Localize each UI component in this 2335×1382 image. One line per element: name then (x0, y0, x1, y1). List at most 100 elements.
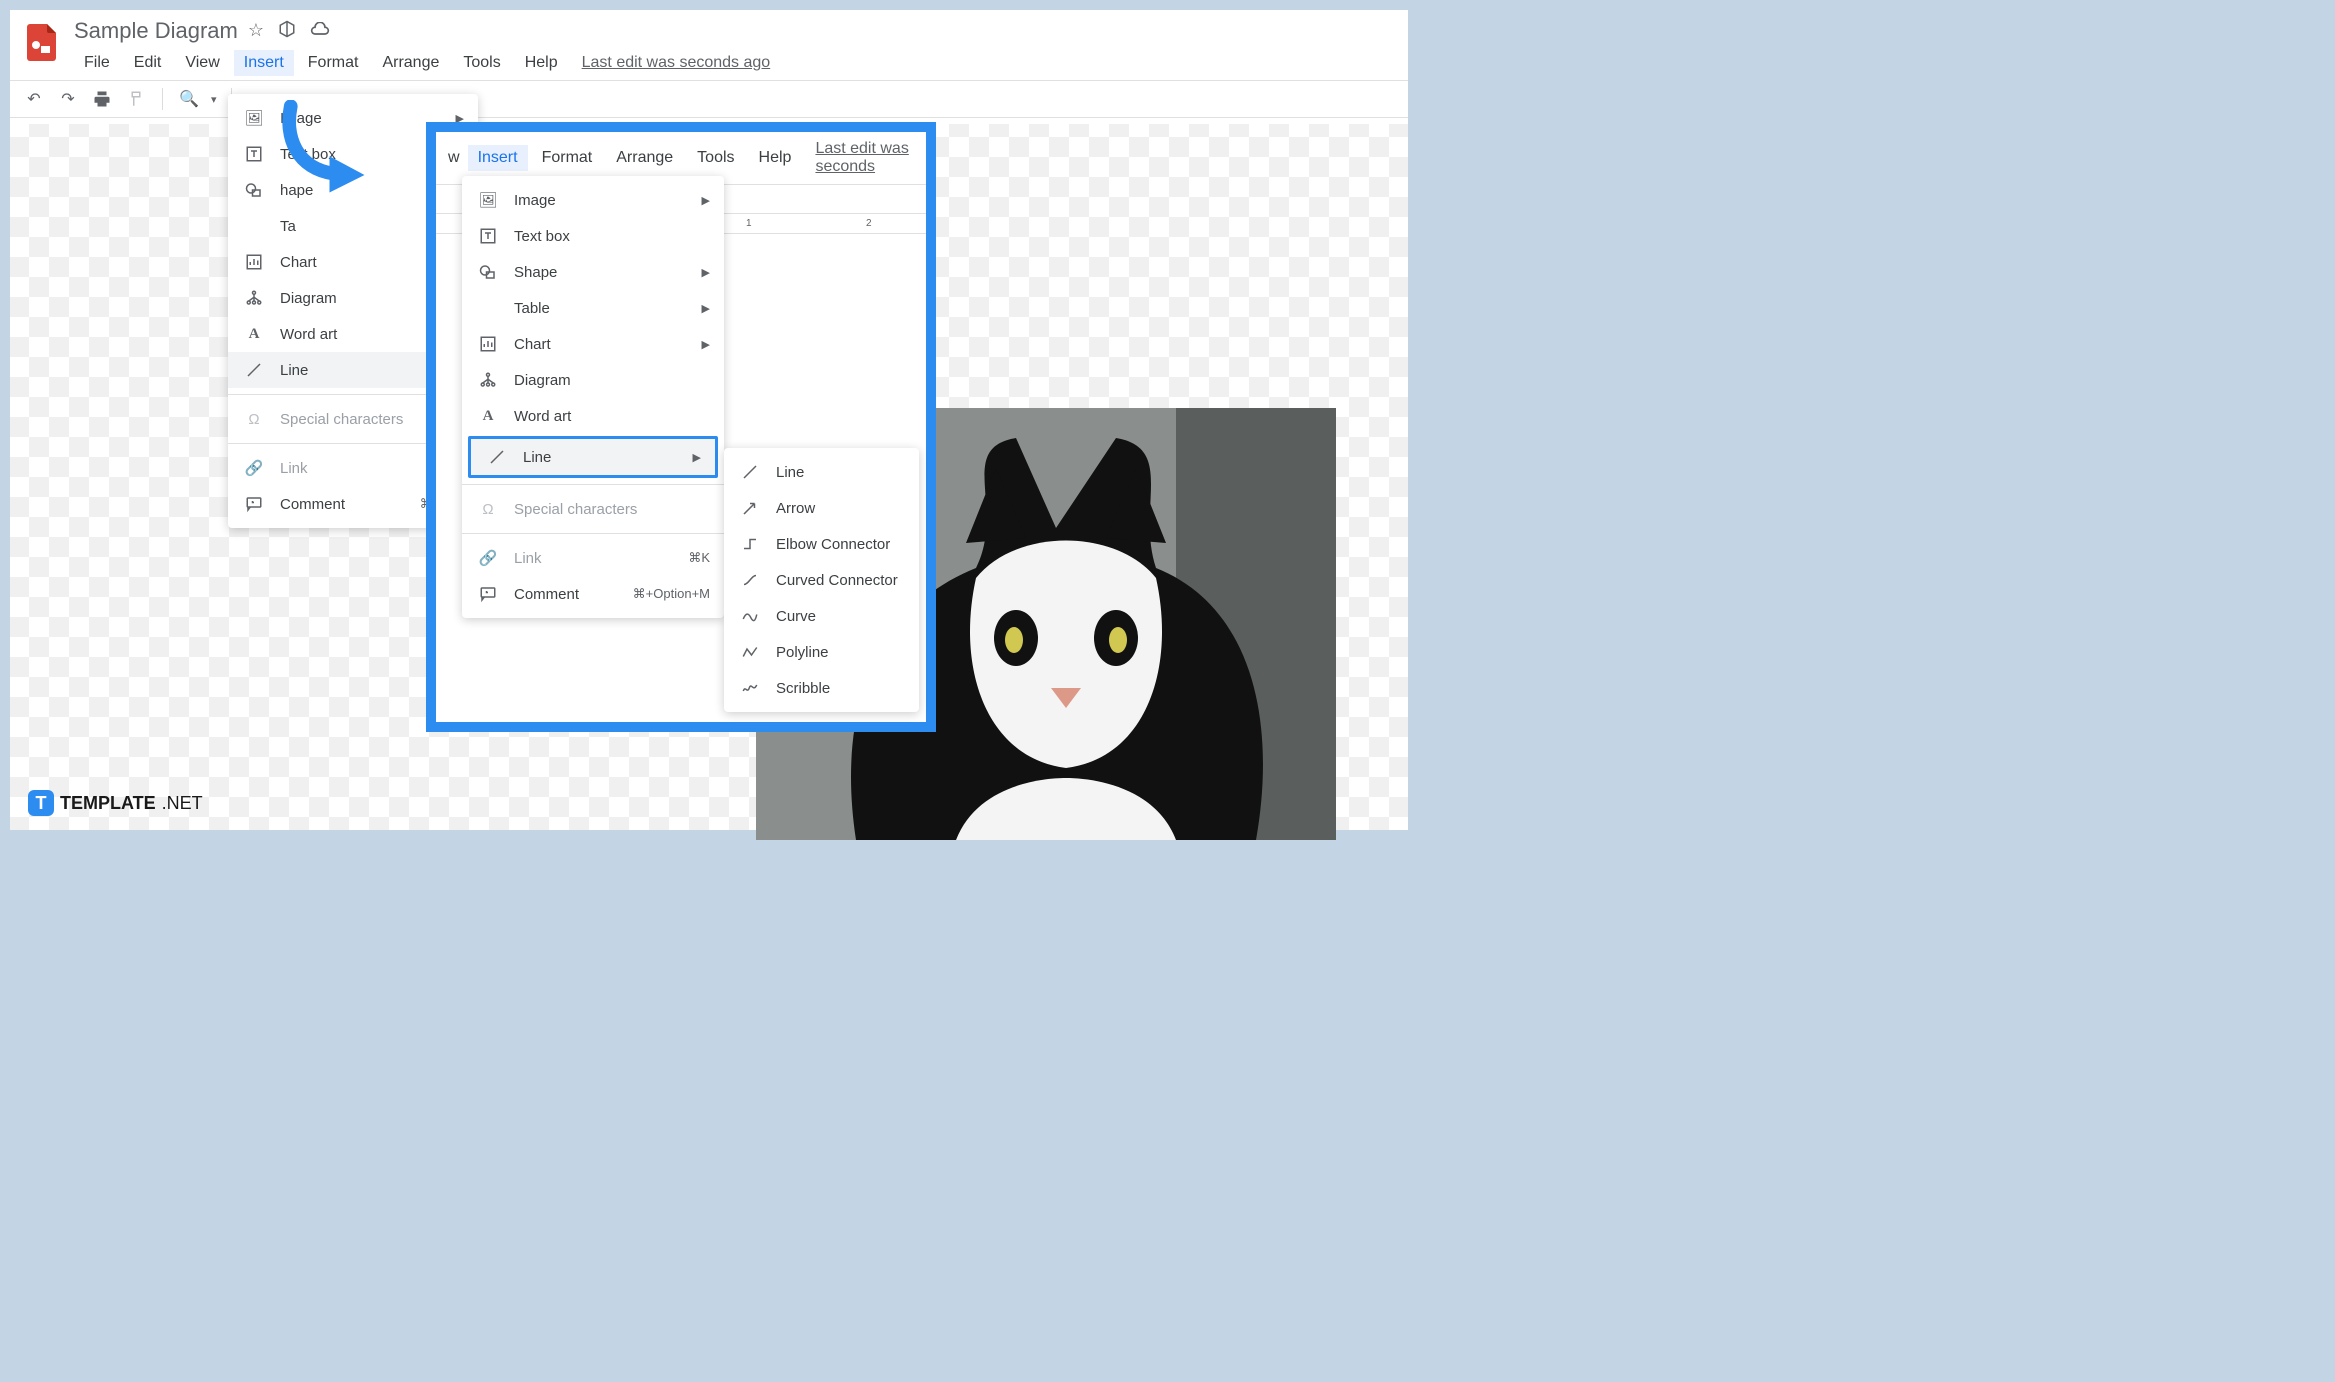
print-icon[interactable] (90, 87, 114, 111)
menu-item-shape[interactable]: Shape ▶ (462, 254, 724, 290)
overlay-menu-help[interactable]: Help (749, 145, 802, 171)
diagram-icon (244, 288, 264, 308)
menu-item-diagram[interactable]: Diagram (462, 362, 724, 398)
submenu-label: Elbow Connector (776, 536, 890, 553)
wordart-icon: A (478, 406, 498, 426)
line-tool-icon (740, 462, 760, 482)
paint-format-icon[interactable] (124, 87, 148, 111)
menu-item-chart[interactable]: Chart ▶ (462, 326, 724, 362)
submenu-curved-connector[interactable]: Curved Connector (724, 562, 919, 598)
submenu-elbow[interactable]: Elbow Connector (724, 526, 919, 562)
submenu-arrow-icon: ▶ (702, 302, 710, 315)
omega-icon: Ω (478, 499, 498, 519)
submenu-scribble[interactable]: Scribble (724, 670, 919, 706)
elbow-tool-icon (740, 534, 760, 554)
submenu-curve[interactable]: Curve (724, 598, 919, 634)
drawings-logo (22, 22, 62, 62)
overlay-menu-insert[interactable]: Insert (468, 145, 528, 171)
zoom-icon[interactable]: 🔍 (177, 87, 201, 111)
menu-insert[interactable]: Insert (234, 50, 294, 76)
menu-item-textbox[interactable]: Text box (462, 218, 724, 254)
menu-label: Word art (514, 408, 571, 425)
menu-label: Line (280, 362, 308, 379)
shortcut-label: ⌘K (688, 550, 710, 566)
shortcut-label: ⌘+Option+M (633, 586, 710, 602)
menu-label: Comment (280, 496, 345, 513)
chart-icon (478, 334, 498, 354)
menu-item-image[interactable]: 🖼Image▶ (462, 182, 724, 218)
menu-label: Special characters (280, 411, 403, 428)
wordart-icon: A (244, 324, 264, 344)
overlay-menu-tools[interactable]: Tools (687, 145, 744, 171)
polyline-tool-icon (740, 642, 760, 662)
app-frame: Sample Diagram ☆ File Edit View Insert F… (10, 10, 1408, 830)
comment-icon (478, 584, 498, 604)
header: Sample Diagram ☆ File Edit View Insert F… (10, 10, 1408, 76)
undo-icon[interactable]: ↶ (22, 87, 46, 111)
menu-label: Link (280, 460, 308, 477)
menu-tools[interactable]: Tools (453, 50, 510, 76)
menu-label: Word art (280, 326, 337, 343)
template-text: TEMPLATE (60, 793, 156, 814)
annotation-arrow-icon (242, 100, 402, 200)
menu-file[interactable]: File (74, 50, 120, 76)
menu-label: Line (523, 449, 551, 466)
toolbar: ↶ ↷ 🔍 ▾ (10, 80, 1408, 118)
last-edit-link[interactable]: Last edit was seconds ago (582, 54, 771, 72)
menu-format[interactable]: Format (298, 50, 369, 76)
menu-item-special-characters: Ω Special characters (462, 491, 724, 527)
menu-label: Diagram (280, 290, 337, 307)
submenu-label: Scribble (776, 680, 830, 697)
ruler-mark: 1 (746, 218, 752, 229)
menu-label: Special characters (514, 501, 637, 518)
menu-label: Chart (280, 254, 317, 271)
link-icon: 🔗 (244, 458, 264, 478)
cloud-status-icon[interactable] (310, 20, 330, 43)
template-net-badge: T TEMPLATE.NET (28, 790, 203, 816)
menu-label: Diagram (514, 372, 571, 389)
menubar: File Edit View Insert Format Arrange Too… (74, 50, 1396, 76)
textbox-icon (478, 226, 498, 246)
submenu-polyline[interactable]: Polyline (724, 634, 919, 670)
diagram-icon (478, 370, 498, 390)
submenu-arrow-icon: ▶ (693, 451, 701, 464)
omega-icon: Ω (244, 409, 264, 429)
menu-label: Comment (514, 586, 579, 603)
menu-item-table[interactable]: Table ▶ (462, 290, 724, 326)
menu-divider (462, 484, 724, 485)
overlay-menu-format[interactable]: Format (532, 145, 603, 171)
zoom-dropdown-icon[interactable]: ▾ (211, 93, 217, 106)
menu-label: Chart (514, 336, 551, 353)
submenu-label: Polyline (776, 644, 829, 661)
menu-item-comment[interactable]: Comment ⌘+Option+M (462, 576, 724, 612)
overlay-last-edit[interactable]: Last edit was seconds (815, 140, 918, 176)
submenu-label: Line (776, 464, 804, 481)
submenu-arrow[interactable]: Arrow (724, 490, 919, 526)
menu-label: Shape (514, 264, 557, 281)
menu-arrange[interactable]: Arrange (372, 50, 449, 76)
chart-icon (244, 252, 264, 272)
star-icon[interactable]: ☆ (248, 20, 264, 43)
menu-label: Table (514, 300, 550, 317)
submenu-arrow-icon: ▶ (702, 266, 710, 279)
menu-divider (462, 533, 724, 534)
submenu-line[interactable]: Line (724, 454, 919, 490)
menu-label: Ta (280, 218, 296, 235)
template-logo-icon: T (28, 790, 54, 816)
submenu-arrow-icon: ▶ (702, 338, 710, 351)
redo-icon[interactable]: ↷ (56, 87, 80, 111)
overlay-menu-arrange[interactable]: Arrange (606, 145, 683, 171)
move-icon[interactable] (278, 20, 296, 43)
menu-view[interactable]: View (175, 50, 229, 76)
ruler-mark: 2 (866, 218, 872, 229)
menu-help[interactable]: Help (515, 50, 568, 76)
menu-edit[interactable]: Edit (124, 50, 172, 76)
submenu-label: Arrow (776, 500, 815, 517)
table-icon (244, 216, 264, 236)
menu-item-line-highlighted[interactable]: Line ▶ (468, 436, 718, 478)
menu-item-wordart[interactable]: A Word art (462, 398, 724, 434)
menu-view-partial: w (444, 145, 464, 171)
line-submenu: Line Arrow Elbow Connector Curved Connec… (724, 448, 919, 712)
shape-icon (478, 262, 498, 282)
document-title[interactable]: Sample Diagram (74, 18, 238, 44)
